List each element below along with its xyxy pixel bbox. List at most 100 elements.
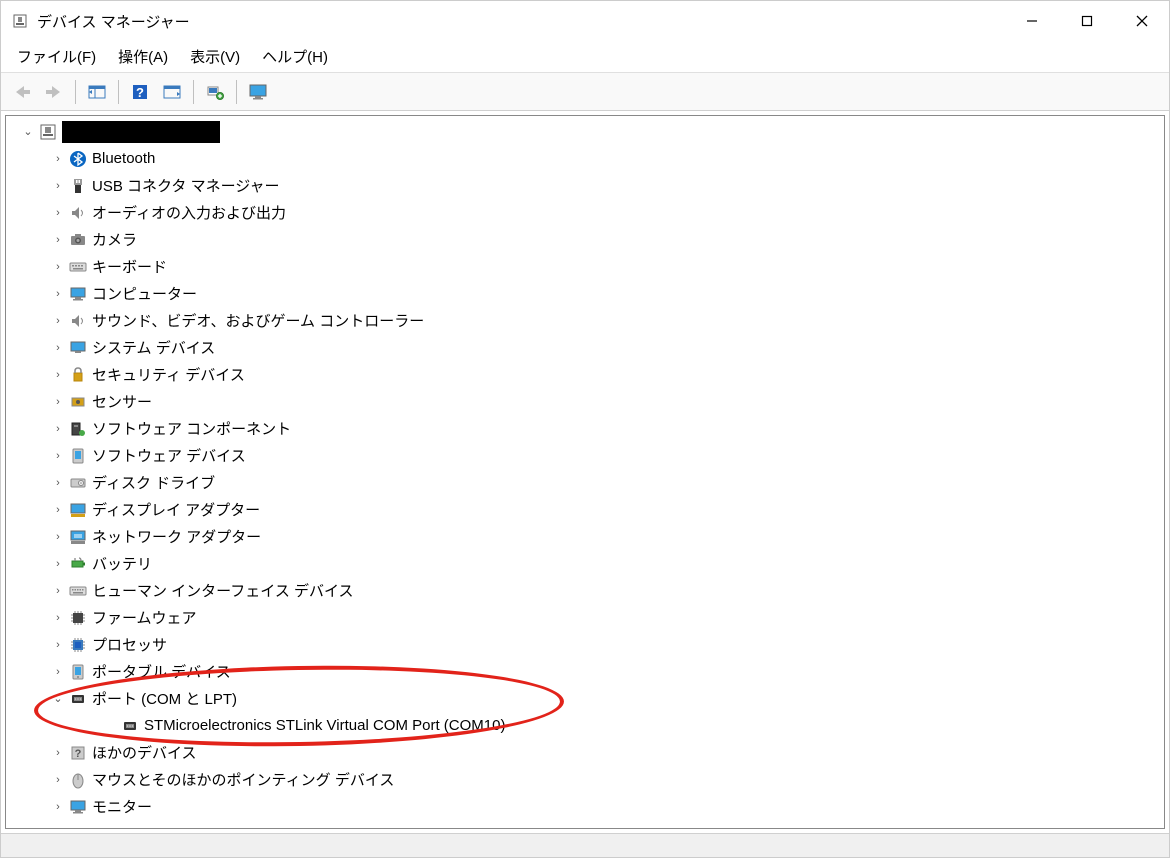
- port-icon: [68, 689, 88, 709]
- expand-icon[interactable]: ›: [50, 423, 66, 435]
- expand-icon[interactable]: ›: [50, 396, 66, 408]
- keyboard-icon: [68, 257, 88, 277]
- node-label: バッテリ: [92, 553, 152, 574]
- node-label: ネットワーク アダプター: [92, 526, 261, 547]
- audio-icon: [68, 203, 88, 223]
- properties-button[interactable]: [157, 78, 187, 106]
- tree-item-disk-drives[interactable]: › ディスク ドライブ: [6, 469, 1164, 496]
- menu-help[interactable]: ヘルプ(H): [252, 42, 338, 71]
- firmware-icon: [68, 608, 88, 628]
- scan-hardware-button[interactable]: [200, 78, 230, 106]
- node-label: プロセッサ: [92, 634, 167, 655]
- expand-icon[interactable]: ›: [50, 342, 66, 354]
- expand-icon[interactable]: ›: [50, 774, 66, 786]
- expand-icon[interactable]: ›: [50, 585, 66, 597]
- node-label: モニター: [92, 796, 152, 817]
- tree-item-display-adapters[interactable]: › ディスプレイ アダプター: [6, 496, 1164, 523]
- node-label: ほかのデバイス: [92, 742, 197, 763]
- tree-item-portable-devices[interactable]: › ポータブル デバイス: [6, 658, 1164, 685]
- maximize-button[interactable]: [1059, 1, 1114, 41]
- expand-icon[interactable]: ›: [50, 234, 66, 246]
- tree-item-mouse[interactable]: › マウスとそのほかのポインティング デバイス: [6, 766, 1164, 793]
- tree-item-usb-connector[interactable]: › USB コネクタ マネージャー: [6, 172, 1164, 199]
- expand-icon[interactable]: ›: [50, 207, 66, 219]
- expand-icon[interactable]: ›: [50, 747, 66, 759]
- tree-item-security-devices[interactable]: › セキュリティ デバイス: [6, 361, 1164, 388]
- tree-item-software-components[interactable]: › ソフトウェア コンポーネント: [6, 415, 1164, 442]
- portable-icon: [68, 662, 88, 682]
- node-label: Bluetooth: [92, 150, 155, 167]
- expand-icon[interactable]: ›: [50, 288, 66, 300]
- expand-icon[interactable]: ›: [50, 261, 66, 273]
- monitor-button[interactable]: [243, 78, 273, 106]
- minimize-button[interactable]: [1004, 1, 1059, 41]
- tree-item-keyboard[interactable]: › キーボード: [6, 253, 1164, 280]
- device-tree[interactable]: ⌄ › Bluetooth › USB コネクタ マネージャー: [6, 116, 1164, 828]
- expand-icon[interactable]: ›: [50, 558, 66, 570]
- display-adapter-icon: [68, 500, 88, 520]
- node-label: オーディオの入力および出力: [92, 202, 286, 223]
- tree-item-hid[interactable]: › ヒューマン インターフェイス デバイス: [6, 577, 1164, 604]
- expand-icon[interactable]: ›: [50, 801, 66, 813]
- tree-item-software-devices[interactable]: › ソフトウェア デバイス: [6, 442, 1164, 469]
- battery-icon: [68, 554, 88, 574]
- expand-icon[interactable]: ›: [50, 369, 66, 381]
- sound-icon: [68, 311, 88, 331]
- expand-icon[interactable]: ⌄: [20, 125, 36, 138]
- node-label: システム デバイス: [92, 337, 215, 358]
- tree-root[interactable]: ⌄: [6, 118, 1164, 145]
- expand-icon[interactable]: ›: [50, 450, 66, 462]
- menu-file[interactable]: ファイル(F): [7, 42, 106, 71]
- expand-icon[interactable]: ›: [50, 666, 66, 678]
- tree-item-sound-video-game[interactable]: › サウンド、ビデオ、およびゲーム コントローラー: [6, 307, 1164, 334]
- expand-icon[interactable]: ›: [50, 504, 66, 516]
- nav-forward-button[interactable]: [39, 78, 69, 106]
- tree-item-processor[interactable]: › プロセッサ: [6, 631, 1164, 658]
- tree-item-network-adapters[interactable]: › ネットワーク アダプター: [6, 523, 1164, 550]
- expand-icon[interactable]: ›: [50, 612, 66, 624]
- node-label: ディスク ドライブ: [92, 472, 215, 493]
- tree-item-monitor[interactable]: › モニター: [6, 793, 1164, 820]
- software-component-icon: [68, 419, 88, 439]
- expand-icon[interactable]: ›: [50, 477, 66, 489]
- node-label: ディスプレイ アダプター: [92, 499, 260, 520]
- tree-item-ports-stlink[interactable]: › STMicroelectronics STLink Virtual COM …: [6, 712, 1164, 739]
- titlebar[interactable]: デバイス マネージャー: [1, 1, 1169, 41]
- expand-icon[interactable]: ›: [50, 315, 66, 327]
- node-label: サウンド、ビデオ、およびゲーム コントローラー: [92, 310, 424, 331]
- expand-icon[interactable]: ›: [50, 153, 66, 165]
- help-button[interactable]: ?: [125, 78, 155, 106]
- content-area: ⌄ › Bluetooth › USB コネクタ マネージャー: [5, 115, 1165, 829]
- tree-item-audio[interactable]: › オーディオの入力および出力: [6, 199, 1164, 226]
- tree-item-system-devices[interactable]: › システム デバイス: [6, 334, 1164, 361]
- node-label: ポータブル デバイス: [92, 661, 231, 682]
- show-hide-tree-button[interactable]: [82, 78, 112, 106]
- node-label: センサー: [92, 391, 152, 412]
- expand-icon[interactable]: ›: [50, 180, 66, 192]
- tree-item-camera[interactable]: › カメラ: [6, 226, 1164, 253]
- tree-item-battery[interactable]: › バッテリ: [6, 550, 1164, 577]
- menu-view[interactable]: 表示(V): [180, 42, 250, 71]
- collapse-icon[interactable]: ⌄: [50, 692, 66, 705]
- close-button[interactable]: [1114, 1, 1169, 41]
- tree-item-computer[interactable]: › コンピューター: [6, 280, 1164, 307]
- tree-item-firmware[interactable]: › ファームウェア: [6, 604, 1164, 631]
- other-device-icon: ?: [68, 743, 88, 763]
- expand-icon[interactable]: ›: [50, 531, 66, 543]
- node-label: ソフトウェア コンポーネント: [92, 418, 291, 439]
- nav-back-button[interactable]: [7, 78, 37, 106]
- network-icon: [68, 527, 88, 547]
- menu-action[interactable]: 操作(A): [108, 42, 178, 71]
- tree-item-sensor[interactable]: › センサー: [6, 388, 1164, 415]
- tree-item-other-devices[interactable]: › ? ほかのデバイス: [6, 739, 1164, 766]
- processor-icon: [68, 635, 88, 655]
- svg-text:?: ?: [136, 85, 144, 100]
- node-label: ヒューマン インターフェイス デバイス: [92, 580, 354, 601]
- security-icon: [68, 365, 88, 385]
- node-label: ファームウェア: [92, 607, 197, 628]
- tree-item-bluetooth[interactable]: › Bluetooth: [6, 145, 1164, 172]
- node-label: ソフトウェア デバイス: [92, 445, 246, 466]
- expand-icon[interactable]: ›: [50, 639, 66, 651]
- camera-icon: [68, 230, 88, 250]
- tree-item-ports[interactable]: ⌄ ポート (COM と LPT): [6, 685, 1164, 712]
